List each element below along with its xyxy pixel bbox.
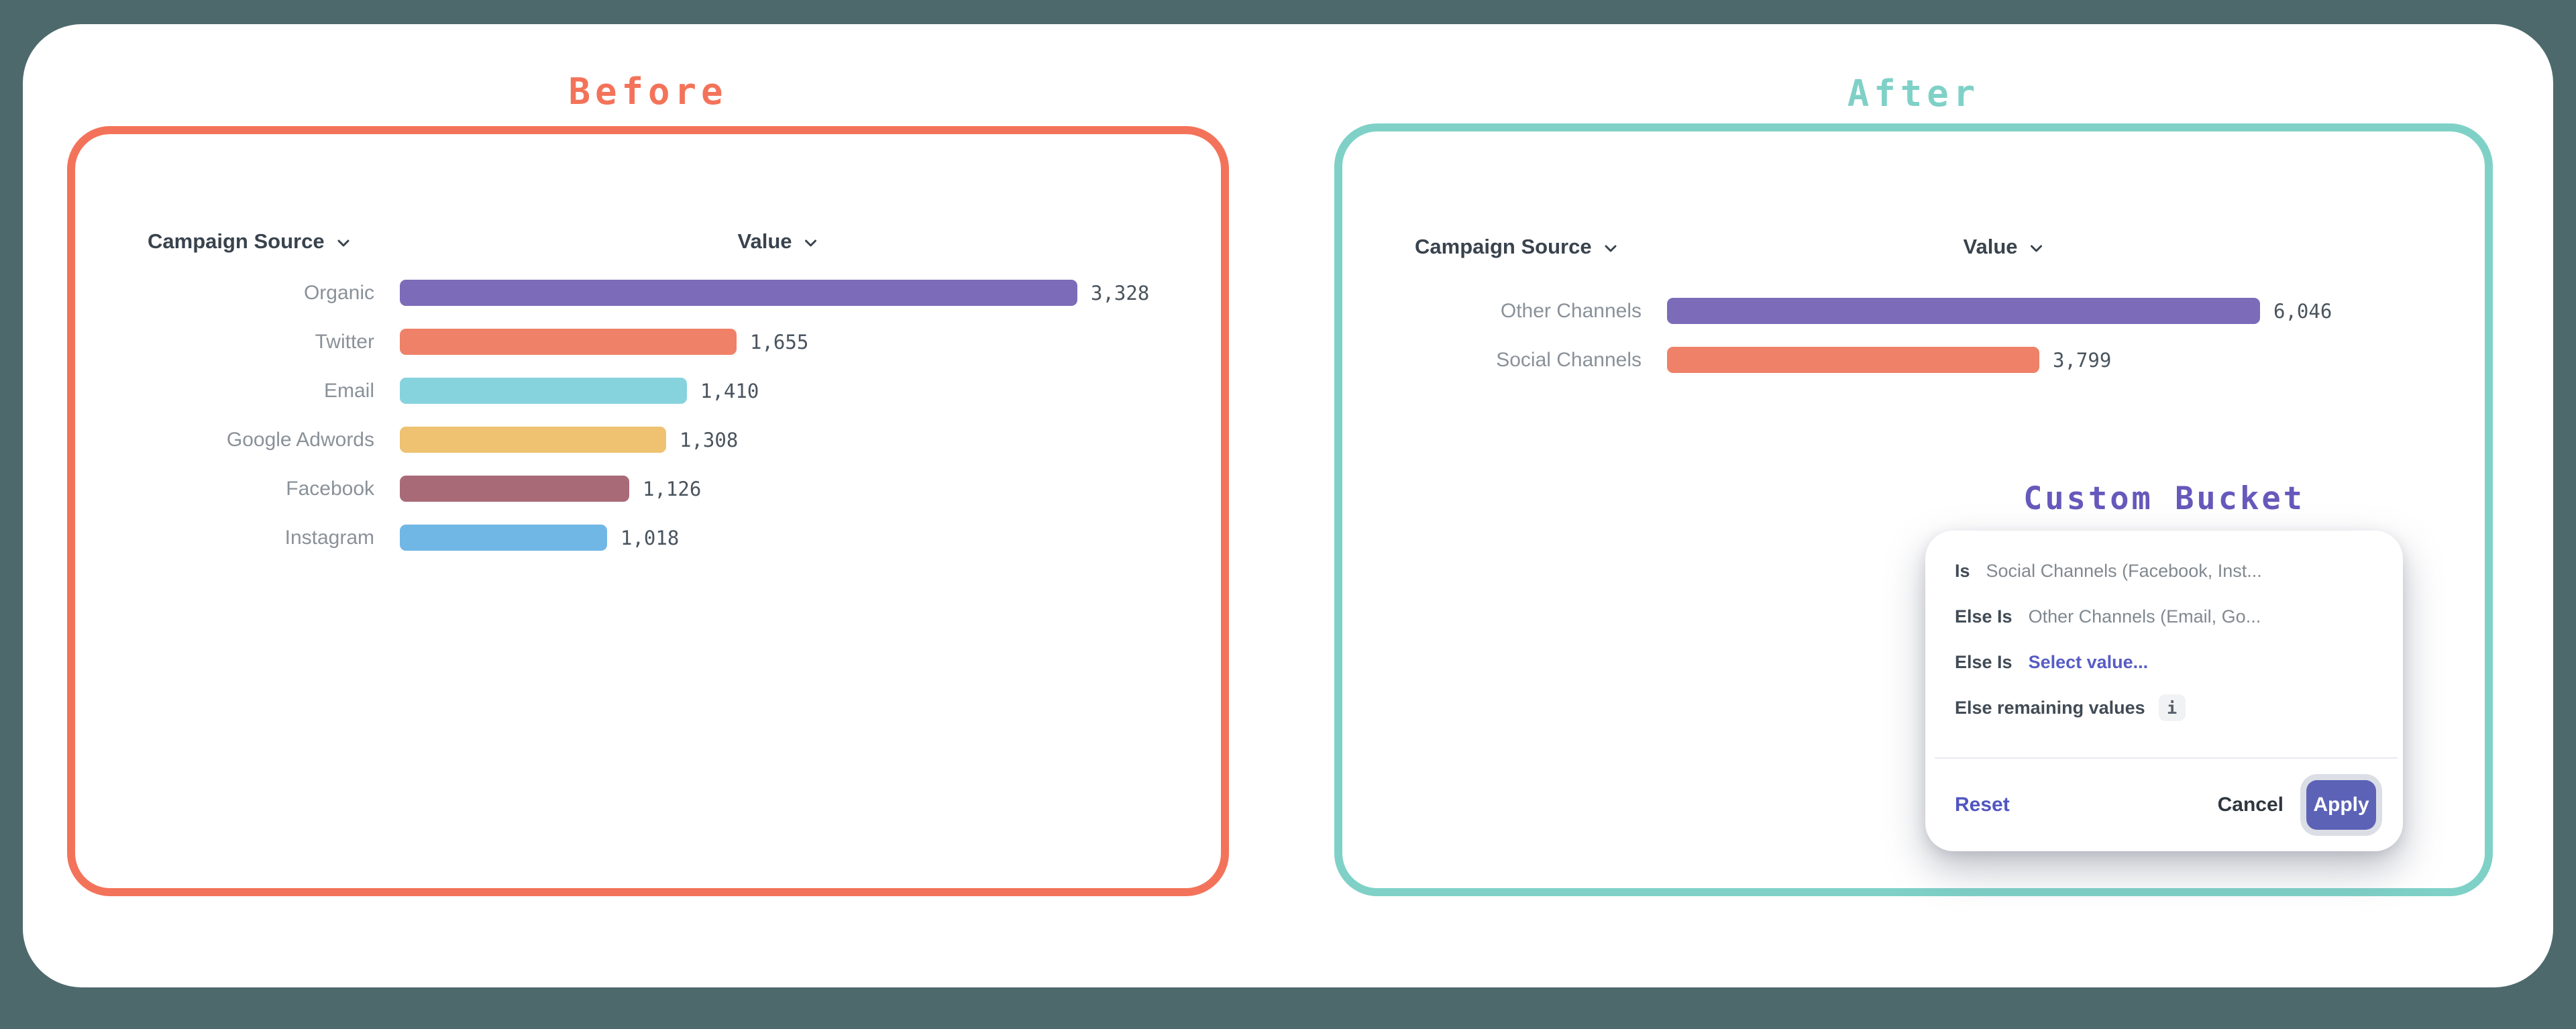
bucket-rules-list: Is Social Channels (Facebook, Inst... El… [1955, 548, 2383, 730]
category-label: Twitter [75, 331, 374, 354]
value-bar[interactable] [400, 427, 666, 453]
rule-value[interactable]: Social Channels (Facebook, Inst... [1986, 561, 2262, 582]
column-header-label: Campaign Source [1415, 235, 1592, 259]
before-panel: Campaign Source Value Organic 3,328 Twit… [67, 126, 1229, 896]
bucket-rule-row: Is Social Channels (Facebook, Inst... [1955, 548, 2383, 594]
category-label: Email [75, 380, 374, 402]
value-label: 3,799 [2053, 349, 2111, 372]
category-label: Facebook [75, 478, 374, 500]
chevron-down-icon [2027, 239, 2046, 258]
info-icon[interactable]: i [2159, 694, 2186, 721]
value-label: 3,328 [1091, 282, 1149, 305]
column-header-campaign-source[interactable]: Campaign Source [1415, 231, 1620, 263]
value-label: 1,308 [680, 429, 738, 451]
category-label: Other Channels [1342, 300, 1642, 323]
category-label: Google Adwords [75, 429, 374, 451]
bucket-rule-row: Else remaining values i [1955, 685, 2383, 730]
value-label: 1,018 [621, 527, 679, 549]
value-bar[interactable] [1667, 298, 2260, 324]
chevron-down-icon [1601, 239, 1620, 258]
value-bar[interactable] [1667, 347, 2039, 373]
rule-condition-label: Else Is [1955, 652, 2012, 673]
column-header-label: Value [738, 229, 792, 254]
column-header-label: Campaign Source [148, 229, 325, 254]
table-row: Instagram 1,018 [75, 513, 1221, 562]
apply-button[interactable]: Apply [2306, 780, 2376, 830]
rule-condition-label: Else Is [1955, 606, 2012, 627]
value-bar[interactable] [400, 378, 687, 404]
category-label: Organic [75, 282, 374, 305]
value-label: 1,410 [700, 380, 759, 402]
cancel-button[interactable]: Cancel [2218, 794, 2284, 816]
reset-button[interactable]: Reset [1955, 794, 2010, 816]
chevron-down-icon [334, 233, 353, 252]
custom-bucket-dialog: Is Social Channels (Facebook, Inst... El… [1925, 531, 2403, 851]
bucket-rule-row: Else Is Other Channels (Email, Go... [1955, 594, 2383, 639]
after-title: After [1334, 72, 2493, 115]
value-bar[interactable] [400, 525, 607, 551]
table-header: Campaign Source Value [75, 225, 1221, 258]
table-row: Other Channels 6,046 [1342, 286, 2485, 335]
table-row: Google Adwords 1,308 [75, 415, 1221, 464]
category-label: Instagram [75, 527, 374, 549]
custom-bucket-title: Custom Bucket [1925, 480, 2403, 517]
rule-condition-label: Else remaining values [1955, 698, 2145, 718]
table-header: Campaign Source Value [1342, 231, 2485, 263]
rule-value[interactable]: Select value... [2029, 652, 2149, 673]
value-bar[interactable] [400, 329, 737, 355]
bar-table: Other Channels 6,046 Social Channels 3,7… [1342, 286, 2485, 384]
column-header-campaign-source[interactable]: Campaign Source [148, 225, 353, 258]
column-header-label: Value [1964, 235, 2018, 259]
value-bar[interactable] [400, 476, 629, 502]
chevron-down-icon [802, 233, 820, 252]
value-label: 1,126 [643, 478, 701, 500]
column-header-value[interactable]: Value [738, 225, 820, 258]
value-label: 6,046 [2273, 300, 2332, 323]
rule-value[interactable]: Other Channels (Email, Go... [2029, 606, 2261, 627]
bar-table: Organic 3,328 Twitter 1,655 Email 1,410 … [75, 268, 1221, 562]
table-row: Facebook 1,126 [75, 464, 1221, 513]
bucket-rule-row: Else Is Select value... [1955, 639, 2383, 685]
table-row: Email 1,410 [75, 366, 1221, 415]
table-row: Twitter 1,655 [75, 317, 1221, 366]
value-bar[interactable] [400, 280, 1077, 306]
table-row: Social Channels 3,799 [1342, 335, 2485, 384]
column-header-value[interactable]: Value [1964, 231, 2046, 263]
table-row: Organic 3,328 [75, 268, 1221, 317]
before-title: Before [67, 70, 1229, 113]
value-label: 1,655 [750, 331, 808, 354]
category-label: Social Channels [1342, 349, 1642, 372]
dialog-footer: Reset Cancel Apply [1955, 759, 2376, 851]
rule-condition-label: Is [1955, 561, 1970, 582]
